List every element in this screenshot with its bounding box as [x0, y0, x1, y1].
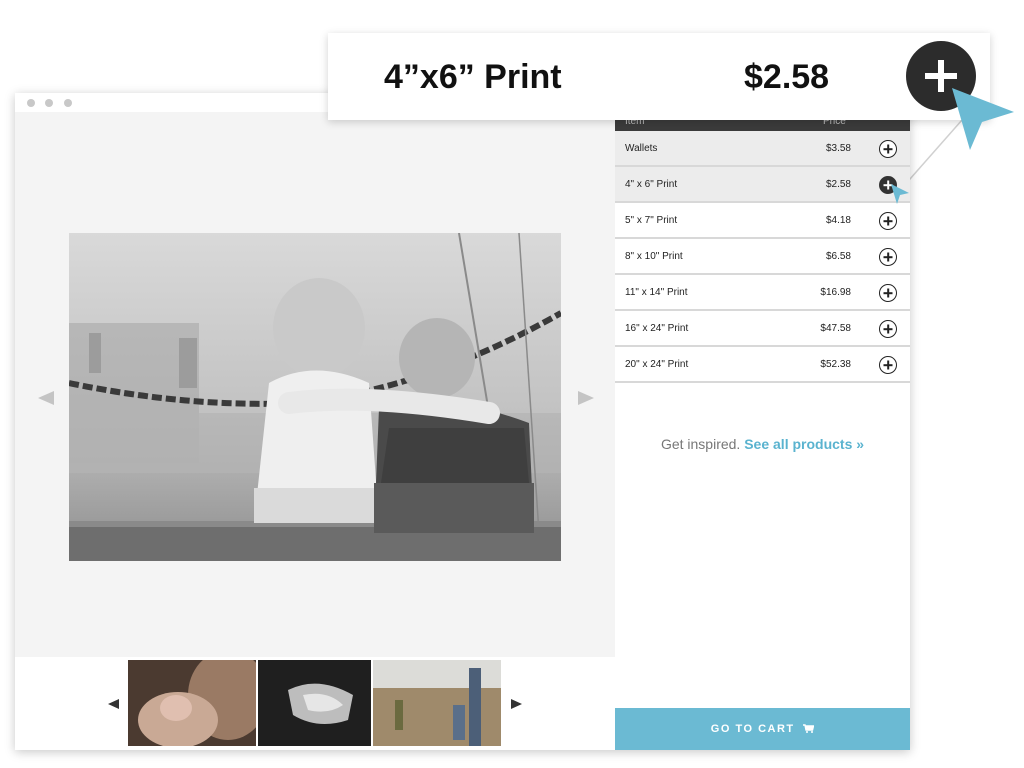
main-photo [69, 233, 561, 561]
product-price: $3.58 [825, 143, 851, 154]
prev-photo-arrow-icon[interactable] [38, 391, 54, 405]
go-to-cart-label: GO TO CART [710, 723, 795, 735]
callout-item: 4”x6” Print [384, 58, 562, 96]
product-name: 5" x 7" Print [625, 215, 678, 226]
price-callout: 4”x6” Print $2.58 [328, 33, 990, 120]
add-to-cart-icon[interactable] [879, 320, 897, 338]
product-row: 16" x 24" Print $47.58 [615, 311, 910, 347]
photo-viewer [15, 112, 615, 657]
product-name: 4" x 6" Print [625, 179, 678, 190]
product-row: Wallets $3.58 [615, 131, 910, 167]
add-to-cart-icon[interactable] [879, 248, 897, 266]
thumbs-prev-arrow-icon[interactable] [108, 699, 119, 709]
product-price: $4.18 [825, 215, 851, 226]
cart-icon [803, 724, 815, 733]
product-name: 16" x 24" Print [625, 323, 689, 334]
go-to-cart-button[interactable]: GO TO CART [615, 708, 910, 750]
product-row: 11" x 14" Print $16.98 [615, 275, 910, 311]
cursor-arrow-large-icon [952, 88, 1014, 150]
thumbs-next-arrow-icon[interactable] [511, 699, 522, 709]
product-price: $2.58 [825, 179, 851, 190]
product-name: Wallets [625, 143, 658, 154]
add-to-cart-icon[interactable] [879, 356, 897, 374]
cursor-arrow-icon [891, 184, 909, 204]
product-name: 11" x 14" Print [625, 287, 688, 298]
page: Item Price Wallets $3.58 4" x 6" Print $… [0, 0, 1024, 768]
product-price: $6.58 [825, 251, 851, 262]
product-price: $16.98 [820, 287, 851, 298]
product-price: $47.58 [820, 323, 851, 334]
next-photo-arrow-icon[interactable] [578, 391, 594, 405]
product-row: 20" x 24" Print $52.38 [615, 347, 910, 383]
callout-price: $2.58 [744, 58, 830, 96]
product-name: 8" x 10" Print [625, 251, 683, 262]
add-to-cart-icon[interactable] [879, 140, 897, 158]
product-row: 8" x 10" Print $6.58 [615, 239, 910, 275]
inspire-line: Get inspired. See all products » [615, 436, 910, 452]
product-price: $52.38 [820, 359, 851, 370]
thumbnail[interactable] [258, 660, 371, 746]
add-to-cart-icon[interactable] [879, 284, 897, 302]
product-row: 5" x 7" Print $4.18 [615, 203, 910, 239]
add-to-cart-icon[interactable] [879, 212, 897, 230]
thumbnail[interactable] [128, 660, 256, 746]
see-all-products-link[interactable]: See all products » [744, 436, 864, 452]
browser-window: Item Price Wallets $3.58 4" x 6" Print $… [15, 93, 910, 750]
window-dot-icon [27, 99, 35, 107]
product-row: 4" x 6" Print $2.58 [615, 167, 910, 203]
thumbnail-strip [15, 657, 615, 750]
product-panel: Item Price Wallets $3.58 4" x 6" Print $… [615, 112, 910, 750]
window-dot-icon [45, 99, 53, 107]
inspire-text: Get inspired. [660, 436, 741, 452]
thumbnail[interactable] [373, 660, 501, 746]
window-dot-icon [64, 99, 72, 107]
product-name: 20" x 24" Print [625, 359, 689, 370]
